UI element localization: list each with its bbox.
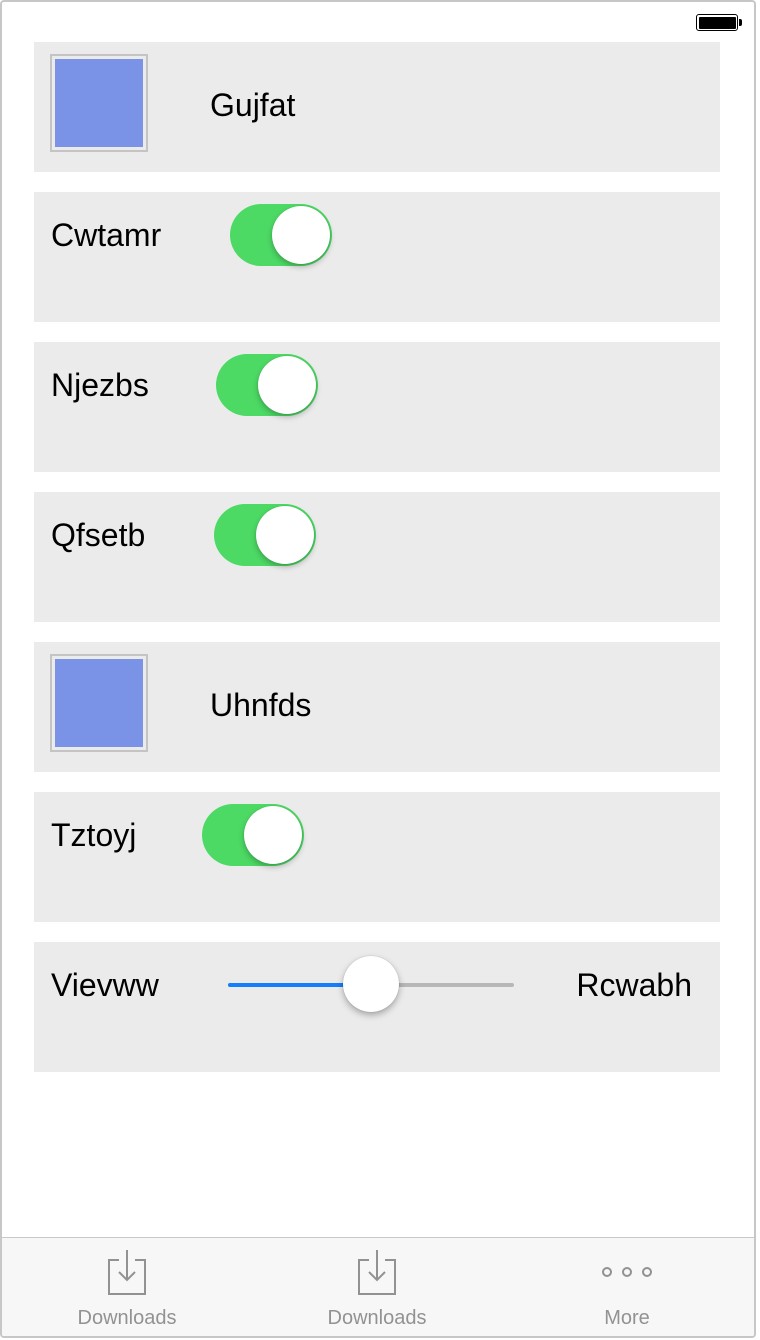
row-tztoyj: Tztoyj: [34, 792, 720, 922]
row-cwtamr: Cwtamr: [34, 192, 720, 322]
color-well-gujfat[interactable]: [50, 54, 148, 152]
device-screen: Gujfat Cwtamr Njezbs Qfsetb Uhnfds Tztoy…: [0, 0, 756, 1338]
battery-icon: [696, 14, 742, 31]
download-icon: [108, 1250, 146, 1295]
row-label-gujfat: Gujfat: [210, 87, 296, 123]
color-swatch: [55, 59, 143, 147]
row-label-cwtamr: Cwtamr: [51, 217, 162, 253]
switch-njezbs[interactable]: [216, 354, 318, 416]
tab-downloads-1[interactable]: Downloads: [2, 1238, 252, 1336]
tab-label: Downloads: [77, 1307, 177, 1329]
switch-tztoyj[interactable]: [202, 804, 304, 866]
color-well-uhnfds[interactable]: [50, 654, 148, 752]
tab-downloads-2[interactable]: Downloads: [252, 1238, 502, 1336]
row-label-uhnfds: Uhnfds: [210, 687, 312, 723]
row-label-qfsetb: Qfsetb: [51, 517, 146, 553]
tab-bar: Downloads Downloads More: [2, 1237, 754, 1336]
row-slider: Vievww Rcwabh: [34, 942, 720, 1072]
switch-knob: [244, 806, 302, 864]
slider[interactable]: [228, 956, 514, 1014]
tab-more[interactable]: More: [502, 1238, 752, 1336]
row-njezbs: Njezbs: [34, 342, 720, 472]
switch-knob: [258, 356, 316, 414]
row-label-tztoyj: Tztoyj: [51, 817, 137, 853]
more-icon: [602, 1267, 652, 1277]
switch-knob: [272, 206, 330, 264]
switch-qfsetb[interactable]: [214, 504, 316, 566]
switch-knob: [256, 506, 314, 564]
color-swatch: [55, 659, 143, 747]
tab-label: Downloads: [327, 1307, 427, 1329]
slider-left-label: Vievww: [51, 967, 159, 1003]
tab-label: More: [604, 1307, 650, 1329]
row-uhnfds: Uhnfds: [34, 642, 720, 772]
row-gujfat: Gujfat: [34, 42, 720, 172]
download-icon: [358, 1250, 396, 1295]
status-bar: [2, 2, 754, 42]
row-label-njezbs: Njezbs: [51, 367, 149, 403]
row-qfsetb: Qfsetb: [34, 492, 720, 622]
slider-right-label: Rcwabh: [576, 967, 692, 1003]
switch-cwtamr[interactable]: [230, 204, 332, 266]
slider-thumb[interactable]: [343, 956, 399, 1012]
